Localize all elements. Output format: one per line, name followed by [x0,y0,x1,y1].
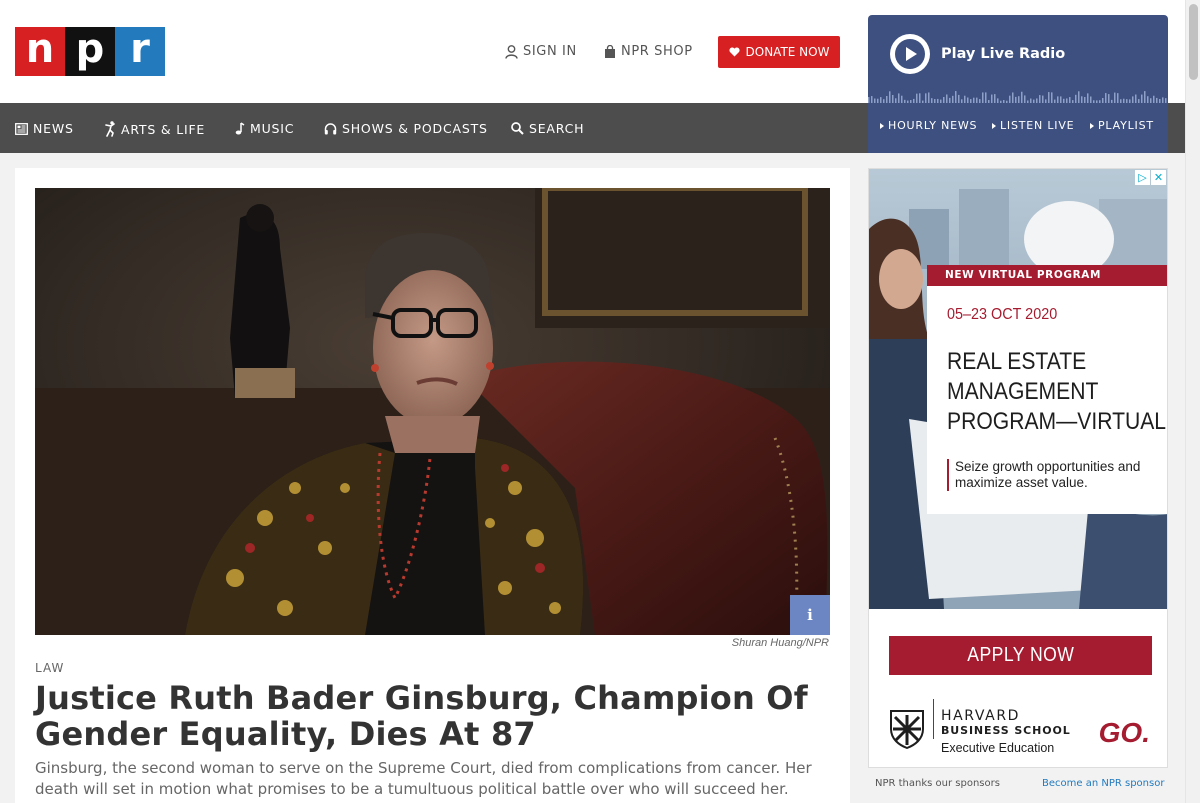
nav-shows-label: SHOWS & PODCASTS [342,121,488,136]
sponsor-ad[interactable]: ▷ ✕ NEW VIRTUAL PROGRAM 05–23 OCT 2020 R… [868,168,1168,768]
story-teaser[interactable]: Ginsburg, the second woman to serve on t… [35,758,835,800]
page-scrollbar[interactable] [1185,0,1200,803]
ad-tag: NEW VIRTUAL PROGRAM [927,265,1167,286]
play-live-radio-label[interactable]: Play Live Radio [941,46,1065,62]
triangle-icon [1090,122,1094,129]
ad-subtitle: Seize growth opportunities and maximize … [947,459,1147,491]
ad-title: REAL ESTATE MANAGEMENT PROGRAM—VIRTUAL [947,348,1167,435]
shopping-bag-icon [605,45,615,58]
nav-news-label: NEWS [33,121,74,136]
search-icon [511,122,524,135]
ad-controls: ▷ ✕ [1135,170,1166,185]
harvard-shield-icon [890,710,924,749]
harvard-business-school-logo: HARVARD BUSINESS SCHOOL Executive Educat… [889,699,1152,759]
ad-date: 05–23 OCT 2020 [947,306,1058,323]
nav-arts-label: ARTS & LIFE [121,121,206,137]
adchoices-icon[interactable]: ▷ [1135,170,1150,185]
user-icon [505,44,518,59]
story-photo[interactable]: i [35,188,830,635]
hourly-news-label: HOURLY NEWS [888,119,978,132]
listen-live-link[interactable]: LISTEN LIVE [992,119,1074,132]
portrait-image [35,188,830,635]
donate-button[interactable]: DONATE NOW [718,36,840,68]
apply-now-button[interactable]: APPLY NOW [889,636,1152,675]
close-icon[interactable]: ✕ [1151,170,1166,185]
triangle-icon [992,122,996,129]
apply-now-label: APPLY NOW [966,644,1074,666]
npr-logo[interactable]: n p r [15,27,165,76]
logo-letter-p: p [65,27,115,76]
playlist-label: PLAYLIST [1098,119,1154,132]
photo-credit: Shuran Huang/NPR [731,637,829,649]
donate-label: DONATE NOW [745,45,830,59]
hbs-name: HARVARD [941,708,1021,724]
hbs-school: BUSINESS SCHOOL [941,724,1071,737]
scrollbar-thumb[interactable] [1189,4,1198,80]
nav-search-label: SEARCH [529,121,585,136]
npr-shop-link[interactable]: NPR SHOP [604,44,693,59]
nav-music[interactable]: MUSIC [235,121,294,136]
headphones-icon [324,122,337,134]
nav-shows-podcasts[interactable]: SHOWS & PODCASTS [324,121,488,136]
story-section-slug[interactable]: LAW [35,661,64,675]
story-headline[interactable]: Justice Ruth Bader Ginsburg, Champion Of… [35,680,825,752]
sign-in-label: SIGN IN [523,44,577,59]
logo-letter-n: n [15,27,65,76]
heart-icon [728,47,740,57]
nav-music-label: MUSIC [250,121,295,136]
sponsor-thanks: NPR thanks our sponsors [875,778,1000,789]
logo-letter-r: r [115,27,165,76]
photo-info-button[interactable]: i [790,595,830,635]
audio-waveform-decoration [868,91,1167,103]
nav-search[interactable]: SEARCH [511,121,584,136]
sign-in-link[interactable]: SIGN IN [505,44,577,59]
hbs-divider [933,699,934,739]
hourly-news-link[interactable]: HOURLY NEWS [880,119,977,132]
nav-arts-life[interactable]: ARTS & LIFE [104,121,205,137]
become-sponsor-link[interactable]: Become an NPR sponsor [1042,778,1164,789]
live-radio-player: Play Live Radio HOURLY NEWS LISTEN LIVE … [868,15,1168,153]
npr-shop-label: NPR SHOP [621,44,693,59]
listen-live-label: LISTEN LIVE [1000,119,1075,132]
play-button[interactable] [890,34,930,74]
lead-story-card: i Shuran Huang/NPR LAW Justice Ruth Bade… [15,168,850,803]
playlist-link[interactable]: PLAYLIST [1090,119,1154,132]
dancer-icon [105,121,115,137]
play-icon [895,39,925,69]
hbs-go-tagline: GO. [1098,717,1150,748]
music-note-icon [235,122,245,135]
ad-text-card: NEW VIRTUAL PROGRAM 05–23 OCT 2020 REAL … [927,265,1167,514]
nav-news[interactable]: NEWS [15,121,74,136]
triangle-icon [880,122,884,129]
hbs-exec-ed: Executive Education [941,741,1055,755]
newspaper-icon [15,122,28,135]
